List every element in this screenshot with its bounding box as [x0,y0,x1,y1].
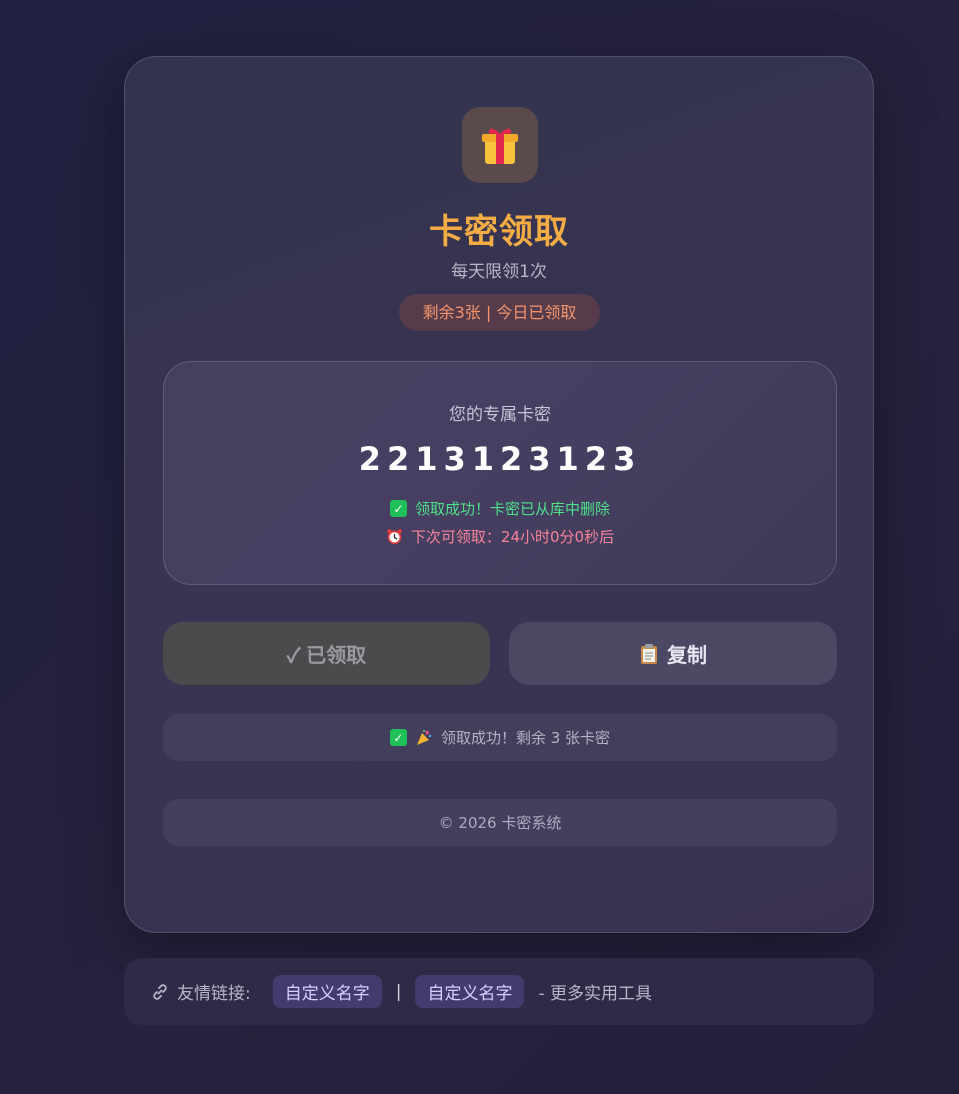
gift-icon-tile [462,107,538,183]
success-notice: ✓ 领取成功！卡密已从库中删除 [164,498,836,519]
friend-links-label: 友情链接: [177,984,251,1004]
page-title: 卡密领取 [429,212,569,252]
friend-link-1[interactable]: 自定义名字 [272,975,382,1008]
copy-button-label: 复制 [667,645,707,667]
gift-icon [482,128,518,164]
claimed-button[interactable]: ✓ 已领取 [163,622,490,685]
code-panel: 您的专属卡密 2213123123 ✓ 领取成功！卡密已从库中删除 下次可领取：… [163,361,837,585]
countdown-text: 下次可领取：24小时0分0秒后 [410,528,615,546]
success-text: 领取成功！卡密已从库中删除 [414,500,610,518]
copyright-footer: © 2026 卡密系统 [163,799,837,846]
copyright-text: © 2026 卡密系统 [438,814,562,832]
friend-links-bar: 友情链接: 自定义名字 | 自定义名字 - 更多实用工具 [124,958,874,1025]
result-message: ✓ 领取成功！剩余 3 张卡密 [163,714,837,761]
card-code[interactable]: 2213123123 [164,440,836,478]
friend-link-2[interactable]: 自定义名字 [415,975,525,1008]
check-icon: ✓ [389,729,407,746]
clipboard-icon [641,643,657,664]
code-label: 您的专属卡密 [449,405,551,425]
check-icon: ✓ [389,500,407,517]
status-badge: 剩余3张 | 今日已领取 [399,294,600,331]
daily-limit-text: 每天限领1次 [451,262,547,282]
copy-button[interactable]: 复制 [509,622,837,685]
alarm-clock-icon [387,529,402,545]
claim-card: 卡密领取 每天限领1次 剩余3张 | 今日已领取 您的专属卡密 22131231… [124,56,874,933]
result-message-text: 领取成功！剩余 3 张卡密 [440,729,611,747]
link-separator: | [395,981,402,1002]
link-icon [153,983,167,1000]
party-popper-icon [416,729,432,745]
next-claim-notice: 下次可领取：24小时0分0秒后 [164,526,836,547]
more-tools-text: - 更多实用工具 [538,984,653,1004]
